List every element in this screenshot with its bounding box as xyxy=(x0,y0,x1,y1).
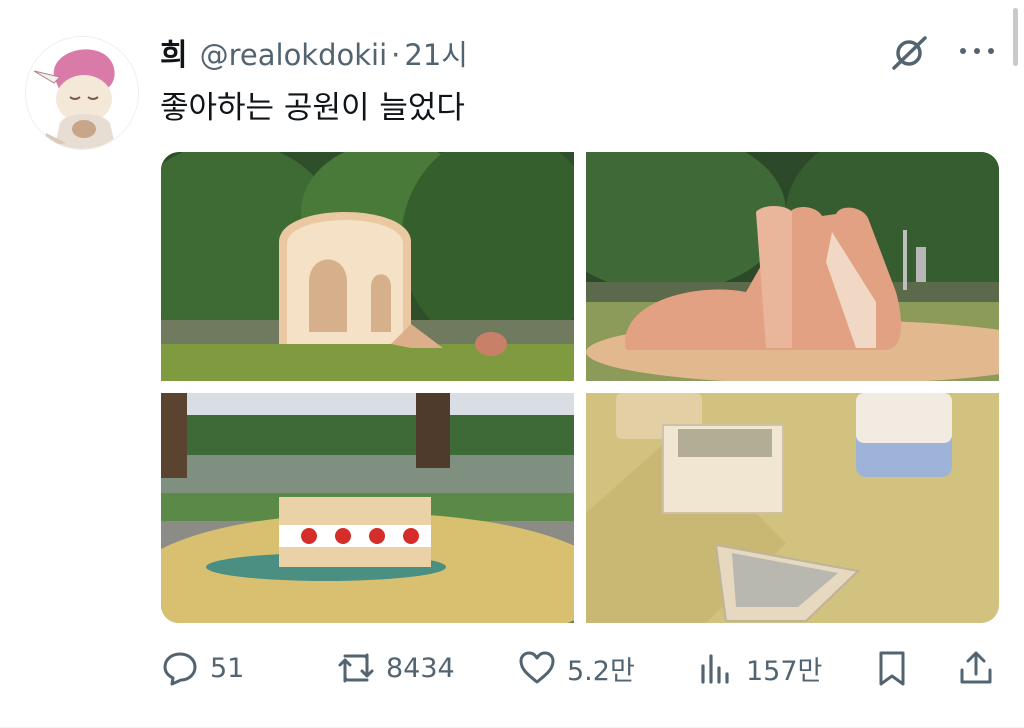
photo-cheese-stones[interactable] xyxy=(586,393,999,623)
reply-count: 51 xyxy=(210,652,245,684)
repost-icon xyxy=(338,653,374,683)
tweet-text: 좋아하는 공원이 늘었다 xyxy=(160,90,465,126)
avatar[interactable] xyxy=(25,36,139,150)
repost-count: 8434 xyxy=(386,652,455,684)
share-button[interactable] xyxy=(956,645,1006,691)
heart-icon xyxy=(519,651,555,684)
grok-icon[interactable] xyxy=(888,32,930,74)
separator-dot: · xyxy=(391,38,401,72)
media-grid xyxy=(161,152,999,623)
author-name[interactable]: 희 xyxy=(160,30,188,74)
tweet-header: 희 @realokdokii · 21시 xyxy=(160,30,468,73)
action-bar: 51 8434 5.2만 157만 xyxy=(160,645,1000,691)
like-count: 5.2만 xyxy=(567,655,635,687)
author-handle[interactable]: @realokdokii xyxy=(200,38,388,72)
reply-button[interactable]: 51 xyxy=(160,645,244,691)
share-icon xyxy=(960,651,992,684)
views-icon xyxy=(701,654,729,684)
views-button[interactable]: 157만 xyxy=(696,645,822,691)
scrollbar[interactable] xyxy=(1013,8,1018,66)
views-count: 157만 xyxy=(746,655,823,687)
photo-bread-structure[interactable] xyxy=(161,152,574,381)
timestamp[interactable]: 21시 xyxy=(404,32,468,74)
bookmark-button[interactable] xyxy=(872,645,922,691)
repost-button[interactable]: 8434 xyxy=(336,645,455,691)
like-button[interactable]: 5.2만 xyxy=(517,645,635,691)
reply-icon xyxy=(163,652,197,686)
bookmark-icon xyxy=(879,651,905,686)
avatar-illustration xyxy=(26,37,138,149)
photo-sandwich-bench[interactable] xyxy=(161,393,574,623)
more-icon[interactable] xyxy=(956,37,998,65)
photo-loaf-slide[interactable] xyxy=(586,152,999,381)
